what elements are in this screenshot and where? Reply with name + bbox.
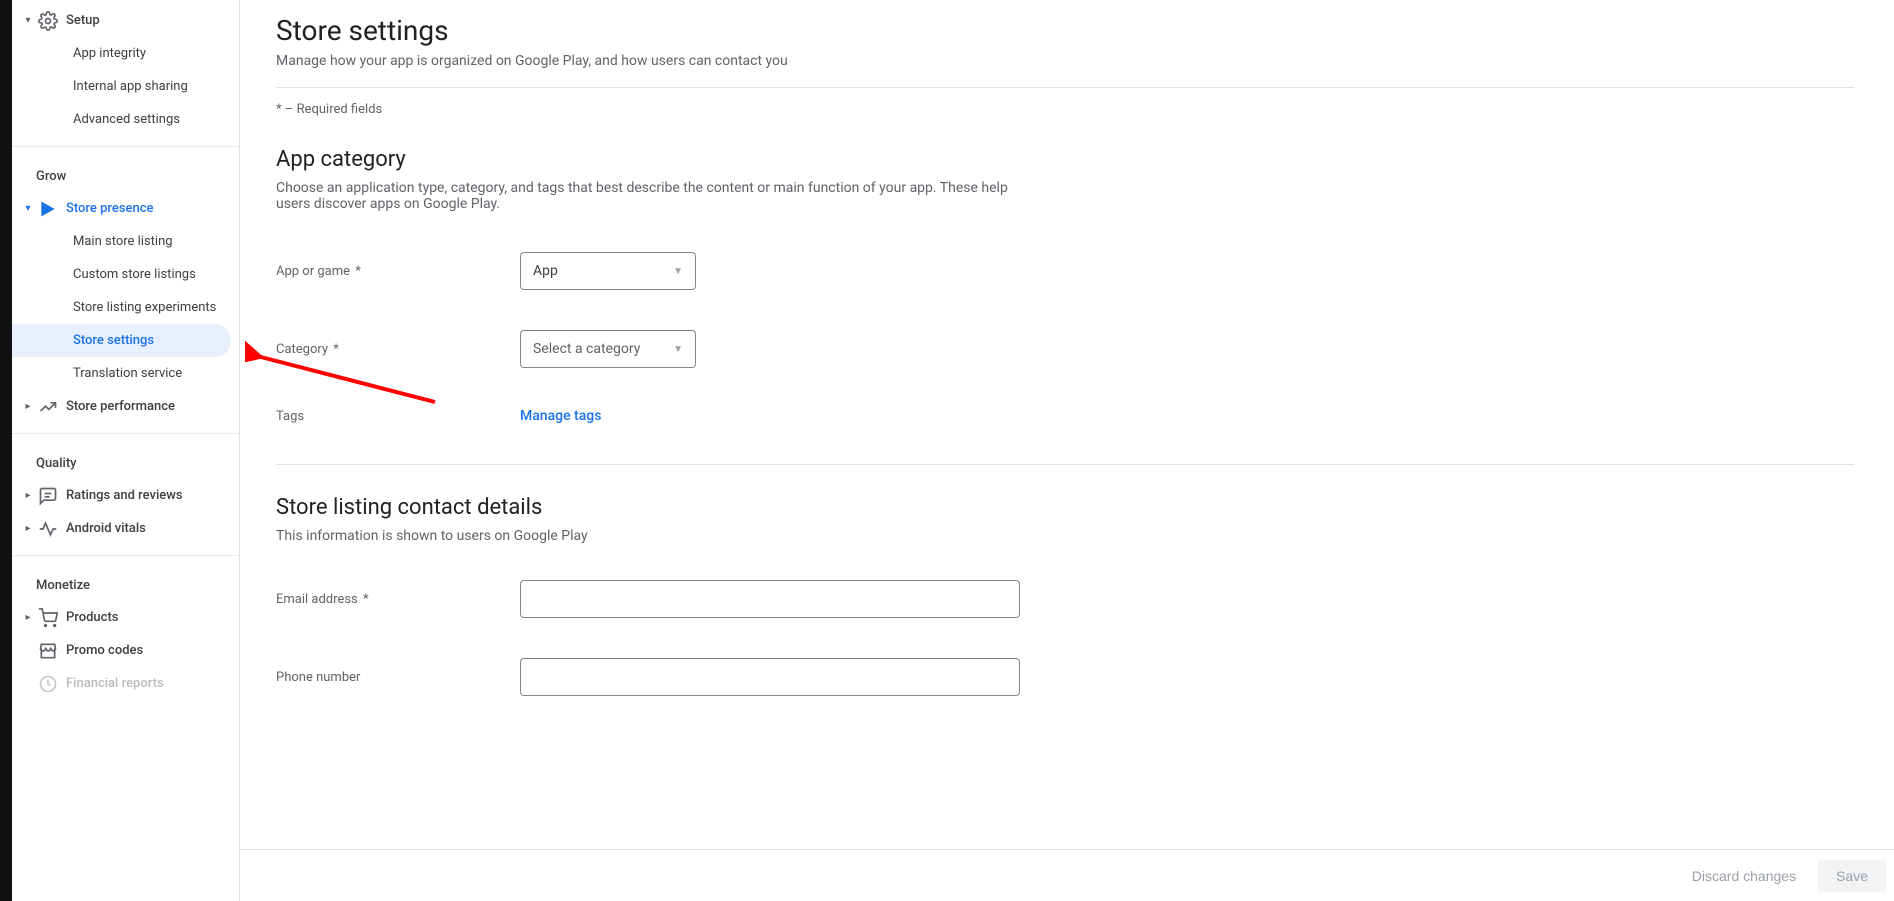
discard-changes-button[interactable]: Discard changes [1678, 860, 1810, 892]
sidebar-group-grow: Grow [12, 157, 239, 192]
sidebar-item-promo-codes[interactable]: Promo codes [12, 634, 231, 667]
sidebar-item-products[interactable]: ▸ Products [12, 601, 231, 634]
section-desc-app-category: Choose an application type, category, an… [276, 180, 1016, 212]
label-text: Category [276, 342, 328, 357]
dropdown-arrow-icon: ▼ [673, 266, 683, 277]
sidebar-group-monetize: Monetize [12, 566, 239, 601]
dropdown-arrow-icon: ▼ [673, 344, 683, 355]
email-input[interactable] [520, 580, 1020, 618]
gear-icon [36, 11, 60, 31]
divider [12, 433, 239, 434]
sidebar-item-internal-app-sharing[interactable]: Internal app sharing [12, 70, 231, 103]
cart-icon [36, 608, 60, 628]
main-content: Store settings Manage how your app is or… [240, 0, 1894, 849]
sidebar-item-custom-store-listings[interactable]: Custom store listings [12, 258, 231, 291]
sidebar-item-app-integrity[interactable]: App integrity [12, 37, 231, 70]
sidebar-item-label: Custom store listings [73, 267, 196, 282]
sidebar-item-setup[interactable]: ▾ Setup [12, 4, 231, 37]
divider [276, 464, 1854, 465]
chevron-right-icon: ▸ [20, 490, 36, 501]
clock-icon [36, 674, 60, 694]
trend-icon [36, 397, 60, 417]
sidebar-item-financial-reports[interactable]: Financial reports [12, 667, 231, 700]
sidebar-item-label: Promo codes [66, 643, 143, 658]
form-row-email: Email address * [276, 580, 1854, 618]
form-label-email: Email address * [276, 592, 520, 607]
vitals-icon [36, 519, 60, 539]
sidebar-item-label: Store settings [73, 333, 154, 348]
sidebar-item-label: Store presence [66, 201, 153, 216]
label-text: App or game [276, 264, 350, 279]
page-subtitle: Manage how your app is organized on Goog… [276, 53, 1854, 69]
sidebar-item-advanced-settings[interactable]: Advanced settings [12, 103, 231, 136]
sidebar-item-label: Store performance [66, 399, 175, 414]
required-asterisk: * [330, 342, 339, 357]
form-row-tags: Tags Manage tags [276, 408, 1854, 424]
sidebar-item-label: Products [66, 610, 118, 625]
sidebar-item-translation-service[interactable]: Translation service [12, 357, 231, 390]
required-fields-note: * – Required fields [276, 102, 1854, 117]
sidebar-item-label: Ratings and reviews [66, 488, 183, 503]
sidebar-item-store-settings[interactable]: Store settings [12, 324, 231, 357]
sidebar-item-label: Internal app sharing [73, 79, 188, 94]
storefront-icon [36, 641, 60, 661]
divider [12, 146, 239, 147]
sidebar-item-label: Main store listing [73, 234, 173, 249]
sidebar-item-label: Android vitals [66, 521, 146, 536]
form-row-app-or-game: App or game * App ▼ [276, 252, 1854, 290]
form-row-phone: Phone number [276, 658, 1854, 696]
select-category[interactable]: Select a category ▼ [520, 330, 696, 368]
sidebar: ▾ Setup App integrity Internal app shari… [12, 0, 240, 901]
chevron-down-icon: ▾ [20, 203, 36, 214]
sidebar-item-store-performance[interactable]: ▸ Store performance [12, 390, 231, 423]
select-app-or-game[interactable]: App ▼ [520, 252, 696, 290]
form-label-app-or-game: App or game * [276, 264, 520, 279]
save-button[interactable]: Save [1818, 860, 1886, 892]
sidebar-group-quality: Quality [12, 444, 239, 479]
phone-input[interactable] [520, 658, 1020, 696]
chat-icon [36, 486, 60, 506]
select-value: App [533, 263, 558, 279]
label-text: Email address [276, 592, 358, 607]
sidebar-item-label: App integrity [73, 46, 146, 61]
left-edge-dark [0, 0, 12, 901]
sidebar-item-label: Setup [66, 13, 100, 28]
chevron-right-icon: ▸ [20, 612, 36, 623]
sidebar-item-store-listing-experiments[interactable]: Store listing experiments [12, 291, 231, 324]
form-label-tags: Tags [276, 409, 520, 424]
chevron-right-icon: ▸ [20, 523, 36, 534]
page-title: Store settings [276, 14, 1854, 47]
manage-tags-link[interactable]: Manage tags [520, 408, 601, 424]
sidebar-item-ratings-reviews[interactable]: ▸ Ratings and reviews [12, 479, 231, 512]
sidebar-item-label: Advanced settings [73, 112, 180, 127]
select-value: Select a category [533, 341, 640, 357]
section-title-contact: Store listing contact details [276, 495, 1854, 520]
sidebar-item-main-store-listing[interactable]: Main store listing [12, 225, 231, 258]
sidebar-item-label: Financial reports [66, 676, 164, 691]
form-row-category: Category * Select a category ▼ [276, 330, 1854, 368]
required-asterisk: * [360, 592, 369, 607]
divider [12, 555, 239, 556]
section-title-app-category: App category [276, 147, 1854, 172]
divider [276, 87, 1854, 88]
chevron-right-icon: ▸ [20, 401, 36, 412]
form-label-phone: Phone number [276, 670, 520, 685]
sidebar-item-label: Store listing experiments [73, 300, 216, 315]
chevron-down-icon: ▾ [20, 15, 36, 26]
footer-bar: Discard changes Save [240, 849, 1894, 901]
required-asterisk: * [352, 264, 361, 279]
sidebar-item-store-presence[interactable]: ▾ Store presence [12, 192, 231, 225]
sidebar-item-android-vitals[interactable]: ▸ Android vitals [12, 512, 231, 545]
play-icon [36, 199, 60, 219]
sidebar-item-label: Translation service [73, 366, 182, 381]
form-label-category: Category * [276, 342, 520, 357]
section-desc-contact: This information is shown to users on Go… [276, 528, 1016, 544]
